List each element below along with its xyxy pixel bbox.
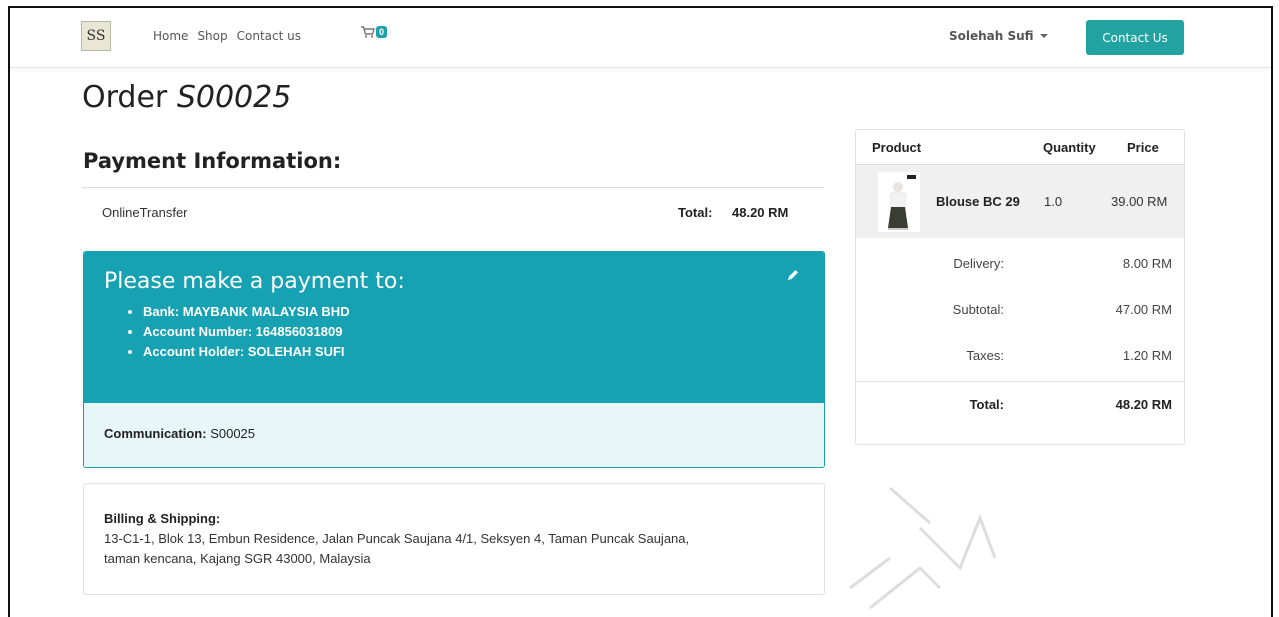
payment-info-heading: Payment Information: — [83, 149, 342, 173]
nav-link-contact[interactable]: Contact us — [237, 29, 301, 43]
billing-address-line1: 13-C1-1, Blok 13, Embun Residence, Jalan… — [104, 531, 690, 546]
subtotal-label: Subtotal: — [952, 302, 1004, 317]
browser-frame: SS Home Shop Contact us 0 Solehah Sufi C… — [8, 6, 1273, 617]
divider — [856, 381, 1184, 382]
delivery-label: Delivery: — [953, 256, 1004, 271]
communication-row: Communication: S00025 — [84, 403, 824, 467]
col-price: Price — [1127, 139, 1159, 155]
bank-name: Bank: MAYBANK MALAYSIA BHD — [143, 302, 804, 322]
divider — [82, 187, 824, 188]
line-item: Blouse BC 29 1.0 39.00 RM — [856, 165, 1184, 238]
col-quantity: Quantity — [1043, 139, 1096, 155]
site-logo[interactable]: SS — [81, 21, 111, 51]
pencil-icon[interactable] — [786, 268, 800, 282]
account-number: Account Number: 164856031809 — [143, 322, 804, 342]
payment-instructions-panel: Please make a payment to: Bank: MAYBANK … — [83, 251, 825, 468]
item-name[interactable]: Blouse BC 29 — [936, 194, 1020, 209]
user-name: Solehah Sufi — [949, 29, 1034, 43]
caret-down-icon — [1039, 34, 1048, 38]
summary-header: Product Quantity Price — [856, 130, 1184, 165]
order-summary-card: Product Quantity Price Blouse BC 29 1.0 … — [855, 129, 1185, 445]
nav-links: Home Shop Contact us — [153, 29, 301, 43]
delivery-value: 8.00 RM — [1122, 256, 1172, 271]
taxes-label: Taxes: — [966, 348, 1004, 363]
bank-details-list: Bank: MAYBANK MALAYSIA BHD Account Numbe… — [104, 302, 804, 362]
billing-shipping-card: Billing & Shipping: 13-C1-1, Blok 13, Em… — [83, 483, 825, 595]
subtotal-value: 47.00 RM — [1115, 302, 1172, 317]
payment-total-value: 48.20 RM — [732, 205, 789, 220]
payment-total-label: Total: — [678, 205, 713, 220]
taxes-value: 1.20 RM — [1122, 348, 1172, 363]
billing-address-line2: taman kencana, Kajang SGR 43000, Malaysi… — [104, 551, 371, 566]
user-menu[interactable]: Solehah Sufi — [949, 29, 1048, 43]
item-price: 39.00 RM — [1111, 194, 1168, 209]
order-title-prefix: Order — [82, 80, 168, 115]
watermark-graphic — [849, 486, 997, 610]
order-number: S00025 — [176, 80, 292, 115]
account-holder: Account Holder: SOLEHAH SUFI — [143, 342, 804, 362]
col-product: Product — [872, 139, 922, 155]
payment-method: OnlineTransfer — [102, 205, 188, 220]
navbar: SS Home Shop Contact us 0 Solehah Sufi C… — [10, 8, 1271, 68]
communication-label: Communication: — [104, 426, 207, 441]
contact-us-button[interactable]: Contact Us — [1086, 20, 1184, 55]
cart-link[interactable]: 0 — [361, 26, 388, 38]
nav-link-home[interactable]: Home — [153, 29, 188, 43]
nav-link-shop[interactable]: Shop — [197, 29, 227, 43]
page-title: Order S00025 — [82, 80, 291, 115]
payment-panel-header: Please make a payment to: Bank: MAYBANK … — [84, 252, 824, 403]
product-thumbnail[interactable] — [878, 172, 920, 232]
summary-total-value: 48.20 RM — [1115, 397, 1172, 412]
item-quantity: 1.0 — [1044, 194, 1063, 209]
cart-count-badge: 0 — [376, 26, 388, 38]
payment-panel-heading: Please make a payment to: — [104, 269, 405, 294]
logo-text: SS — [86, 28, 106, 44]
communication-value: S00025 — [210, 426, 256, 441]
billing-label: Billing & Shipping: — [104, 511, 221, 526]
cart-icon — [361, 26, 375, 38]
summary-total-label: Total: — [969, 397, 1004, 412]
